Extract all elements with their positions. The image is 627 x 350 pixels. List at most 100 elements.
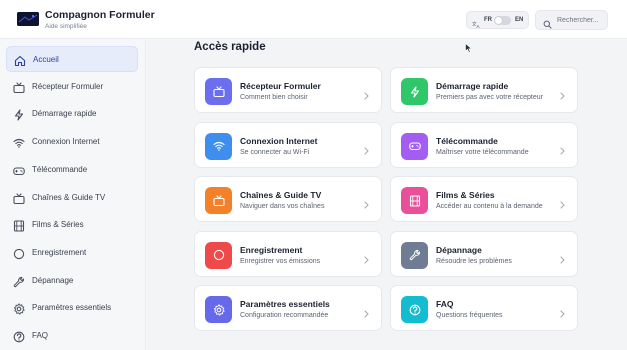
lightning-icon: [13, 108, 25, 121]
card-subtitle: Questions fréquentes: [436, 312, 503, 319]
chevron-right-icon: [560, 251, 565, 269]
sidebar-item[interactable]: Dépannage: [6, 268, 138, 294]
lang-fr-label[interactable]: FR: [484, 17, 492, 23]
home-icon: [14, 54, 26, 67]
quick-access-card[interactable]: FAQ Questions fréquentes: [390, 285, 578, 331]
quick-access-card[interactable]: Paramètres essentiels Configuration recom…: [194, 285, 382, 331]
svg-text:A: A: [477, 24, 480, 29]
chevron-right-icon: [560, 87, 565, 105]
sidebar-item[interactable]: Enregistrement: [6, 240, 138, 266]
sidebar-item[interactable]: Chaînes & Guide TV: [6, 185, 138, 211]
translate-icon: 文A: [472, 16, 481, 34]
search-input[interactable]: [557, 14, 607, 27]
quick-access-card[interactable]: Dépannage Résoudre les problèmes: [390, 230, 578, 277]
tv-icon: [13, 81, 25, 93]
toggle-knob: [495, 17, 502, 24]
sidebar-item[interactable]: Récepteur Formuler: [6, 74, 138, 100]
chevron-right-icon: [364, 305, 369, 323]
sidebar-item-label: Démarrage rapide: [32, 109, 97, 119]
sidebar-item-label: Dépannage: [32, 275, 74, 285]
chevron-right-icon: [364, 87, 369, 105]
card-title: FAQ: [436, 299, 454, 309]
sidebar-item[interactable]: Films & Séries: [6, 212, 138, 238]
sidebar-item[interactable]: Paramètres essentiels: [6, 295, 138, 321]
chevron-right-icon: [364, 251, 369, 269]
card-title: Chaînes & Guide TV: [240, 190, 322, 200]
card-icon-badge: [401, 132, 428, 160]
quick-access-card[interactable]: Enregistrement Enregistrer vos émissions: [194, 230, 382, 277]
app-title: Compagnon Formuler: [45, 9, 155, 21]
language-toggle[interactable]: [494, 16, 511, 25]
gamepad-icon: [13, 164, 25, 176]
card-icon-badge: [401, 296, 428, 323]
search-icon: [543, 16, 552, 34]
sidebar-item-label: Paramètres essentiels: [32, 303, 112, 313]
chevron-right-icon: [560, 305, 565, 323]
sidebar-item-label: Récepteur Formuler: [32, 81, 104, 91]
help-icon: [13, 330, 25, 343]
sidebar: Accueil Récepteur Formuler Démarrage rapid…: [0, 40, 146, 350]
chevron-right-icon: [560, 196, 565, 214]
app-subtitle: Aide simplifiée: [45, 23, 87, 30]
quick-access-card[interactable]: Chaînes & Guide TV Naviguer dans vos chaî…: [194, 176, 382, 222]
wifi-icon: [13, 136, 25, 148]
lang-en-label[interactable]: EN: [515, 17, 523, 23]
film-icon: [13, 219, 25, 232]
quick-access-card[interactable]: Connexion Internet Se connecter au Wi-Fi: [194, 121, 382, 168]
chevron-right-icon: [560, 142, 565, 160]
quick-access-card[interactable]: Films & Séries Accéder au contenu à la de…: [390, 176, 578, 222]
card-subtitle: Résoudre les problèmes: [436, 257, 512, 265]
card-icon-badge: [401, 78, 428, 105]
sidebar-item[interactable]: FAQ: [6, 323, 138, 349]
tv-icon: [13, 192, 25, 204]
card-subtitle: Premiers pas avec votre récepteur: [436, 94, 543, 101]
main-content: Accès rapide Récepteur Formuler Comment b…: [147, 40, 627, 350]
wrench-icon: [13, 275, 25, 287]
card-subtitle: Accéder au contenu à la demande: [436, 203, 543, 210]
card-icon-badge: [205, 78, 232, 105]
sidebar-item-label: Connexion Internet: [32, 137, 100, 147]
sidebar-item[interactable]: Connexion Internet: [6, 129, 138, 155]
sidebar-item-label: Films & Séries: [32, 220, 84, 230]
card-subtitle: Configuration recommandée: [240, 312, 329, 319]
card-icon-badge: [205, 132, 232, 160]
card-title: Films & Séries: [436, 190, 495, 200]
sidebar-item-label: Accueil: [33, 55, 59, 64]
card-icon-badge: [401, 241, 428, 269]
card-title: Récepteur Formuler: [240, 81, 321, 91]
card-subtitle: Naviguer dans vos chaînes: [240, 203, 325, 210]
card-subtitle: Enregistrer vos émissions: [240, 257, 321, 265]
sidebar-item-label: FAQ: [32, 331, 49, 340]
card-title: Dépannage: [436, 244, 482, 255]
language-switcher[interactable]: 文A FR EN: [466, 11, 529, 29]
quick-access-card[interactable]: Télécommande Maîtriser votre télécommande: [390, 121, 578, 168]
card-icon-badge: [205, 187, 232, 214]
sidebar-item[interactable]: Accueil: [6, 46, 138, 72]
sidebar-item-label: Télécommande: [32, 164, 88, 174]
card-icon-badge: [205, 241, 232, 269]
gear-icon: [13, 302, 25, 315]
sidebar-item[interactable]: Démarrage rapide: [6, 101, 138, 127]
sidebar-item[interactable]: Télécommande: [6, 157, 138, 183]
record-icon: [13, 247, 25, 260]
sidebar-item-label: Chaînes & Guide TV: [32, 192, 106, 202]
quick-access-card[interactable]: Démarrage rapide Premiers pas avec votre …: [390, 67, 578, 113]
chevron-right-icon: [364, 142, 369, 160]
card-title: Démarrage rapide: [436, 81, 509, 91]
search-box[interactable]: [535, 10, 608, 30]
card-icon-badge: [205, 296, 232, 323]
chevron-right-icon: [364, 196, 369, 214]
card-title: Connexion Internet: [240, 135, 318, 146]
card-title: Paramètres essentiels: [240, 299, 330, 309]
quick-access-card[interactable]: Récepteur Formuler Comment bien choisir: [194, 67, 382, 113]
section-title: Accès rapide: [194, 41, 266, 53]
top-header: Compagnon Formuler Aide simplifiée 文A FR…: [0, 0, 627, 39]
card-title: Enregistrement: [240, 244, 303, 255]
sidebar-item-label: Enregistrement: [32, 247, 87, 257]
card-subtitle: Se connecter au Wi-Fi: [240, 148, 310, 156]
card-icon-badge: [401, 187, 428, 214]
card-subtitle: Maîtriser votre télécommande: [436, 148, 529, 156]
card-subtitle: Comment bien choisir: [240, 94, 308, 101]
card-title: Télécommande: [436, 135, 498, 146]
mouse-cursor-icon: [465, 40, 473, 58]
